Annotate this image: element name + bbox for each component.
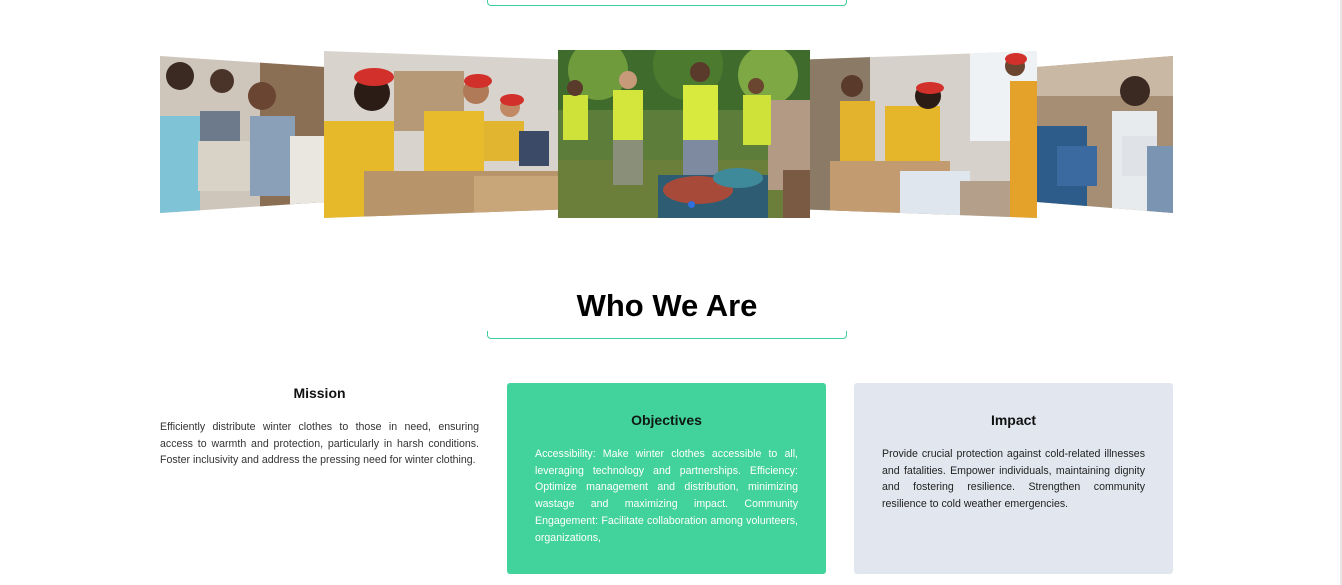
objectives-card: Objectives Accessibility: Make winter cl… [507, 383, 826, 574]
mission-title: Mission [293, 385, 346, 401]
mission-text: Efficiently distribute winter clothes to… [160, 421, 479, 467]
carousel-slide-5[interactable] [1037, 56, 1173, 213]
impact-title: Impact [990, 412, 1037, 428]
volunteers-photo-4 [810, 51, 1037, 218]
section-title-underline [487, 331, 847, 339]
objectives-text: Accessibility: Make winter clothes acces… [535, 448, 798, 544]
carousel-slide-4[interactable] [810, 51, 1037, 218]
volunteers-photo-2 [324, 51, 558, 218]
carousel-indicator-dot[interactable] [688, 201, 695, 208]
image-carousel[interactable] [160, 48, 1173, 222]
volunteers-photo-3 [558, 50, 810, 218]
carousel-slide-3-active[interactable] [558, 50, 810, 218]
volunteers-photo-5 [1037, 56, 1173, 213]
previous-section-divider [487, 0, 847, 6]
mission-card: Mission Efficiently distribute winter cl… [160, 383, 479, 574]
carousel-slide-1[interactable] [160, 56, 325, 213]
impact-card: Impact Provide crucial protection agains… [854, 383, 1173, 574]
volunteers-photo-1 [160, 56, 325, 213]
section-title: Who We Are [576, 288, 758, 323]
objectives-title: Objectives [631, 412, 702, 428]
impact-text: Provide crucial protection against cold-… [882, 448, 1145, 511]
carousel-slide-2[interactable] [324, 51, 558, 218]
